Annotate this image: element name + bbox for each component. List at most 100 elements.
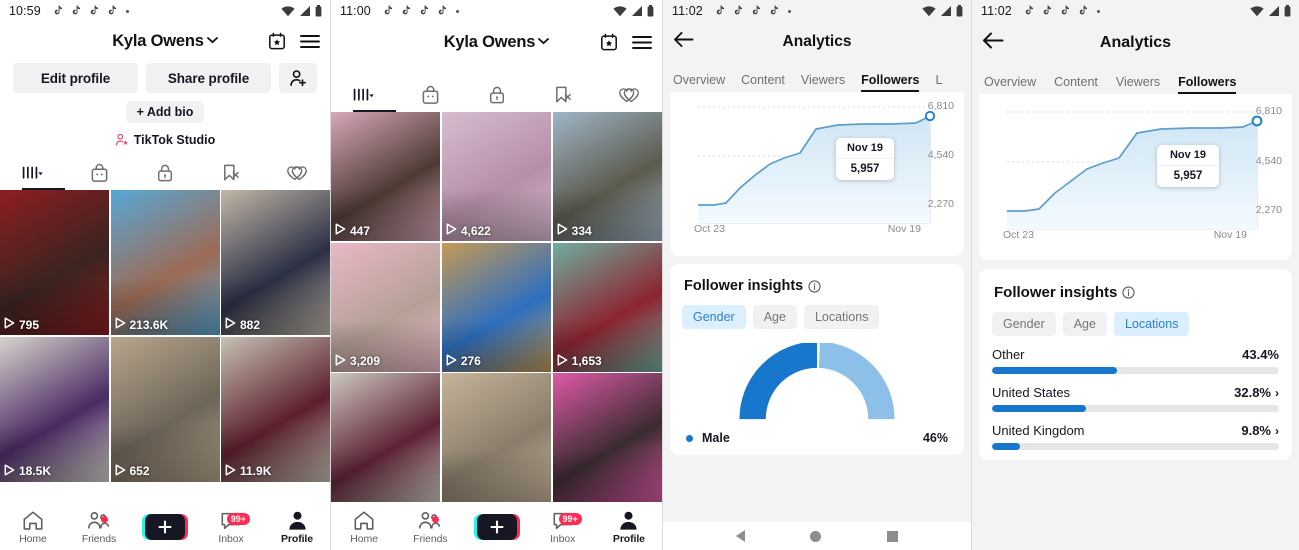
video-view-count-text: 882: [240, 317, 261, 332]
segment-gender[interactable]: Gender: [992, 312, 1056, 336]
edit-profile-button[interactable]: Edit profile: [13, 63, 138, 93]
tab-reposts[interactable]: [198, 163, 264, 183]
profile-username[interactable]: Kyla Owens: [444, 33, 550, 52]
nav-create[interactable]: [132, 514, 198, 540]
tab-overview[interactable]: Overview: [984, 75, 1036, 94]
tab-private[interactable]: [463, 85, 529, 105]
calendar-star-icon[interactable]: [268, 32, 286, 50]
hamburger-menu-icon[interactable]: [300, 34, 320, 49]
play-triangle-icon: [335, 223, 346, 238]
back-button[interactable]: [673, 31, 694, 53]
tab-viewers[interactable]: Viewers: [801, 73, 845, 92]
profile-username[interactable]: Kyla Owens: [112, 32, 218, 51]
recents-square-icon[interactable]: [887, 530, 899, 542]
segment-locations[interactable]: Locations: [803, 305, 880, 329]
followers-chart-card: 6,810 4,540 2,270 Nov 19 5,957 Oct 23 No…: [670, 92, 964, 256]
tab-viewers[interactable]: Viewers: [1116, 75, 1160, 94]
video-view-count: 334: [557, 223, 592, 238]
tab-private[interactable]: [132, 163, 198, 183]
profile-header: Kyla Owens: [0, 22, 330, 60]
location-row[interactable]: United States 32.8% ›: [992, 385, 1279, 412]
tab-followers[interactable]: Followers: [1178, 75, 1237, 94]
nav-inbox[interactable]: 99+ Inbox: [530, 510, 596, 545]
info-circle-icon[interactable]: [808, 279, 821, 293]
video-thumbnail[interactable]: 3,209: [331, 242, 441, 372]
chart-x-labels: Oct 23 Nov 19: [1003, 229, 1265, 241]
tab-posts-grid[interactable]: [0, 165, 66, 182]
location-percent: 43.4%: [1242, 347, 1279, 362]
video-thumbnail[interactable]: 795: [0, 190, 109, 335]
thumbnail-gradient-overlay: [552, 450, 662, 502]
video-thumbnail[interactable]: [441, 373, 552, 502]
chevron-right-icon[interactable]: ›: [1275, 424, 1279, 438]
followers-area-chart: [1007, 111, 1263, 230]
plus-icon: [158, 520, 172, 534]
nav-friends[interactable]: Friends: [66, 510, 132, 545]
thumbnail-gradient-overlay: [331, 450, 441, 502]
chevron-right-icon[interactable]: ›: [1275, 386, 1279, 400]
back-button[interactable]: [982, 32, 1004, 55]
video-thumbnail[interactable]: 18.5K: [0, 336, 109, 482]
nav-friends[interactable]: Friends: [397, 510, 463, 545]
info-circle-icon[interactable]: [1122, 286, 1135, 299]
tiktok-studio-link[interactable]: TikTok Studio: [0, 133, 330, 147]
video-view-count-text: 652: [129, 464, 150, 478]
grid-posts-icon: [353, 88, 374, 101]
y-tick-top: 6,810: [927, 100, 954, 112]
tab-liked[interactable]: [596, 85, 662, 105]
chart-endpoint-marker: [924, 110, 936, 122]
create-plus-button[interactable]: [473, 514, 520, 540]
video-thumbnail[interactable]: 447: [331, 112, 441, 241]
shop-bag-icon: [91, 163, 107, 182]
share-profile-button[interactable]: Share profile: [146, 63, 271, 93]
video-thumbnail[interactable]: 11.9K: [221, 336, 330, 482]
video-thumbnail[interactable]: [331, 373, 441, 502]
nav-create[interactable]: [463, 514, 529, 540]
tab-shop[interactable]: [397, 85, 463, 105]
back-triangle-icon[interactable]: [735, 530, 745, 542]
nav-home-label: Home: [19, 532, 47, 545]
tab-reposts[interactable]: [530, 85, 596, 105]
video-thumbnail[interactable]: 652: [110, 336, 220, 482]
tab-l[interactable]: L: [935, 73, 942, 92]
home-circle-icon[interactable]: [810, 530, 822, 542]
tab-overview[interactable]: Overview: [673, 73, 725, 92]
segment-locations[interactable]: Locations: [1113, 312, 1190, 336]
bottom-tab-bar: Home Friends 99+ Inbox Profile: [331, 504, 662, 550]
wifi-icon: [281, 5, 295, 16]
create-plus-button[interactable]: [142, 514, 188, 540]
tab-content[interactable]: Content: [1054, 75, 1098, 94]
nav-home[interactable]: Home: [0, 510, 66, 545]
segment-age[interactable]: Age: [1062, 312, 1107, 336]
tab-shop[interactable]: [66, 163, 132, 183]
add-friend-button[interactable]: [279, 63, 317, 93]
video-thumbnail[interactable]: 334: [552, 112, 662, 241]
play-triangle-icon: [4, 463, 15, 479]
video-thumbnail[interactable]: [552, 373, 662, 502]
tab-followers[interactable]: Followers: [861, 73, 920, 92]
video-thumbnail[interactable]: 4,622: [441, 112, 552, 241]
location-percent: 32.8%: [1234, 385, 1271, 400]
segment-gender[interactable]: Gender: [682, 305, 746, 329]
private-lock-icon: [489, 86, 504, 104]
tab-content[interactable]: Content: [741, 73, 785, 92]
panel-analytics-gender: 11:02 Analytics Overview Content Viewers Fo…: [663, 0, 971, 550]
video-thumbnail[interactable]: 1,653: [552, 242, 662, 372]
calendar-star-icon[interactable]: [600, 33, 618, 51]
video-view-count: 276: [446, 353, 481, 369]
tab-posts-grid[interactable]: [331, 87, 397, 104]
add-bio-button[interactable]: + Add bio: [125, 101, 205, 123]
nav-profile[interactable]: Profile: [596, 510, 662, 545]
nav-inbox[interactable]: 99+ Inbox: [198, 510, 264, 545]
status-bar: 11:00: [331, 0, 662, 22]
nav-profile[interactable]: Profile: [264, 510, 330, 545]
hamburger-menu-icon[interactable]: [632, 35, 652, 50]
segment-age[interactable]: Age: [752, 305, 797, 329]
video-thumbnail[interactable]: 276: [441, 242, 552, 372]
video-thumbnail[interactable]: 882: [221, 190, 330, 335]
video-view-count-text: 795: [19, 317, 40, 332]
video-thumbnail[interactable]: 213.6K: [110, 190, 220, 335]
location-row[interactable]: United Kingdom 9.8% ›: [992, 423, 1279, 450]
tab-liked[interactable]: [264, 163, 330, 183]
nav-home[interactable]: Home: [331, 510, 397, 545]
